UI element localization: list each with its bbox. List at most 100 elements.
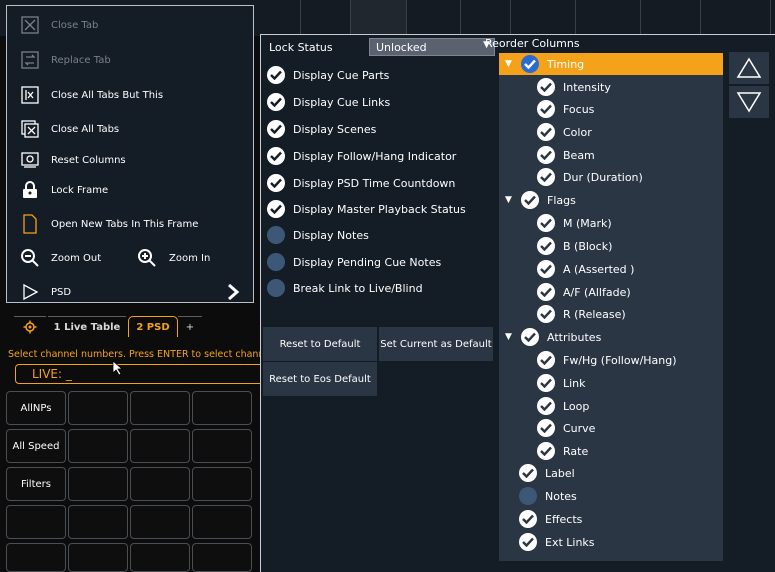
checkbox-checked-icon[interactable] (537, 214, 555, 232)
tab-psd[interactable]: 2 PSD (128, 316, 178, 337)
tree-item-loop[interactable]: Loop (537, 395, 589, 417)
checkbox-checked-icon[interactable] (537, 283, 555, 301)
checkbox-checked-icon[interactable] (519, 510, 537, 528)
tree-item-notes[interactable]: Notes (519, 485, 577, 507)
checkbox-checked-icon[interactable] (267, 200, 285, 218)
grid-button[interactable] (192, 467, 252, 501)
tab-add[interactable]: + (178, 316, 202, 337)
checkbox-unchecked-icon[interactable] (267, 279, 285, 297)
checkbox-checked-icon[interactable] (519, 533, 537, 551)
option-display-master-playback-status[interactable]: Display Master Playback Status (267, 198, 466, 220)
set-current-as-default-button[interactable]: Set Current as Default (379, 327, 493, 361)
tree-item-focus[interactable]: Focus (537, 98, 594, 120)
checkbox-checked-icon[interactable] (521, 191, 539, 209)
expand-triangle-icon[interactable]: ▼ (505, 195, 512, 205)
checkbox-checked-icon[interactable] (267, 66, 285, 84)
tree-item-flags[interactable]: ▼ Flags (499, 189, 576, 211)
option-display-pending-cue-notes[interactable]: Display Pending Cue Notes (267, 251, 441, 273)
checkbox-checked-icon[interactable] (537, 351, 555, 369)
checkbox-checked-icon[interactable] (267, 120, 285, 138)
expand-triangle-icon[interactable]: ▼ (505, 332, 512, 342)
tab-live-table[interactable]: 1 Live Table (48, 316, 126, 337)
tree-item-link[interactable]: Link (537, 372, 586, 394)
grid-button[interactable] (6, 505, 66, 539)
checkbox-checked-icon[interactable] (521, 328, 539, 346)
menu-item-replace-tab[interactable]: Replace Tab (7, 46, 253, 74)
tree-item-mark[interactable]: M (Mark) (537, 212, 612, 234)
option-display-cue-links[interactable]: Display Cue Links (267, 91, 390, 113)
option-display-cue-parts[interactable]: Display Cue Parts (267, 64, 389, 86)
grid-button[interactable] (130, 543, 190, 572)
move-up-button[interactable] (729, 52, 769, 84)
expand-triangle-icon[interactable]: ▼ (505, 59, 512, 69)
checkbox-checked-icon[interactable] (537, 123, 555, 141)
tree-item-allfade[interactable]: A/F (Allfade) (537, 281, 631, 303)
command-line-input[interactable]: LIVE: _ (15, 364, 265, 384)
tree-item-intensity[interactable]: Intensity (537, 76, 611, 98)
tree-item-timing[interactable]: ▼ Timing (499, 53, 723, 75)
checkbox-checked-icon[interactable] (267, 93, 285, 111)
move-down-button[interactable] (729, 86, 769, 118)
checkbox-unchecked-icon[interactable] (267, 253, 285, 271)
grid-button[interactable] (192, 505, 252, 539)
grid-button-all-speed[interactable]: All Speed (6, 429, 66, 463)
tree-item-asserted[interactable]: A (Asserted ) (537, 258, 634, 280)
checkbox-checked-icon[interactable] (267, 174, 285, 192)
checkbox-checked-icon[interactable] (537, 237, 555, 255)
tree-item-rate[interactable]: Rate (537, 440, 588, 462)
checkbox-unchecked-icon[interactable] (519, 487, 537, 505)
grid-button-filters[interactable]: Filters (6, 467, 66, 501)
tree-item-release[interactable]: R (Release) (537, 303, 626, 325)
grid-button[interactable] (130, 467, 190, 501)
reset-to-eos-default-button[interactable]: Reset to Eos Default (263, 362, 377, 396)
option-display-follow-hang[interactable]: Display Follow/Hang Indicator (267, 145, 456, 167)
menu-item-close-all-tabs[interactable]: Close All Tabs (7, 115, 253, 143)
checkbox-checked-icon[interactable] (521, 55, 539, 73)
tree-item-ext-links[interactable]: Ext Links (519, 531, 595, 553)
menu-item-lock-frame[interactable]: Lock Frame (7, 176, 253, 204)
grid-button[interactable] (192, 391, 252, 425)
tree-item-color[interactable]: Color (537, 121, 592, 143)
checkbox-checked-icon[interactable] (537, 78, 555, 96)
menu-item-close-tab[interactable]: Close Tab (7, 11, 253, 39)
grid-button[interactable] (68, 467, 128, 501)
option-display-scenes[interactable]: Display Scenes (267, 118, 376, 140)
checkbox-checked-icon[interactable] (537, 146, 555, 164)
checkbox-checked-icon[interactable] (537, 419, 555, 437)
checkbox-checked-icon[interactable] (537, 100, 555, 118)
grid-button[interactable] (68, 505, 128, 539)
checkbox-checked-icon[interactable] (537, 168, 555, 186)
grid-button[interactable] (130, 391, 190, 425)
checkbox-checked-icon[interactable] (537, 260, 555, 278)
grid-button[interactable] (6, 543, 66, 572)
checkbox-unchecked-icon[interactable] (267, 226, 285, 244)
tree-item-follow-hang[interactable]: Fw/Hg (Follow/Hang) (537, 349, 677, 371)
tree-item-effects[interactable]: Effects (519, 508, 582, 530)
grid-button[interactable] (68, 543, 128, 572)
checkbox-checked-icon[interactable] (537, 397, 555, 415)
checkbox-checked-icon[interactable] (537, 442, 555, 460)
reset-to-default-button[interactable]: Reset to Default (263, 327, 377, 361)
tree-item-duration[interactable]: Dur (Duration) (537, 166, 643, 188)
menu-item-close-all-but-this[interactable]: Close All Tabs But This (7, 81, 253, 109)
menu-item-open-new-tabs-in-frame[interactable]: Open New Tabs In This Frame (7, 210, 253, 238)
lock-status-select[interactable]: Unlocked ▼ (369, 38, 495, 56)
tree-item-beam[interactable]: Beam (537, 144, 595, 166)
grid-button[interactable] (192, 543, 252, 572)
grid-button-allnps[interactable]: AllNPs (6, 391, 66, 425)
tab-settings-gear[interactable] (14, 316, 46, 337)
zoom-in-label[interactable]: Zoom In (169, 253, 210, 264)
grid-button[interactable] (130, 429, 190, 463)
grid-button[interactable] (192, 429, 252, 463)
menu-item-zoom-out[interactable]: Zoom Out Zoom In (7, 244, 253, 272)
checkbox-checked-icon[interactable] (267, 147, 285, 165)
checkbox-checked-icon[interactable] (537, 374, 555, 392)
checkbox-checked-icon[interactable] (537, 305, 555, 323)
grid-button[interactable] (68, 391, 128, 425)
grid-button[interactable] (68, 429, 128, 463)
option-break-link-live-blind[interactable]: Break Link to Live/Blind (267, 277, 423, 299)
menu-item-psd[interactable]: PSD (7, 278, 253, 306)
tree-item-attributes[interactable]: ▼ Attributes (499, 326, 601, 348)
tree-item-block[interactable]: B (Block) (537, 235, 612, 257)
option-display-psd-time-countdown[interactable]: Display PSD Time Countdown (267, 172, 455, 194)
